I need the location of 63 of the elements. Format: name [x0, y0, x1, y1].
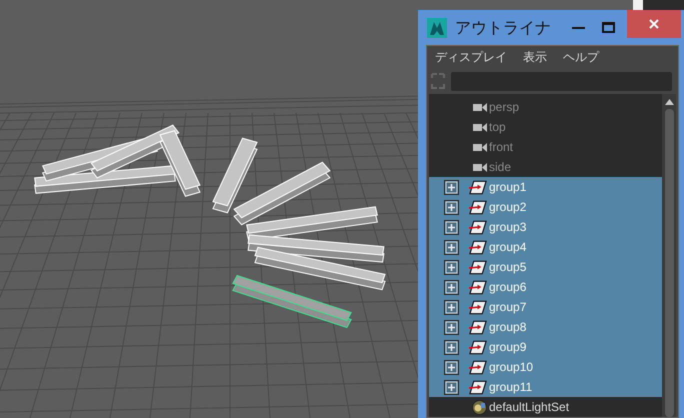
camera-icon [473, 102, 487, 112]
outliner-item[interactable]: group3 [429, 217, 662, 237]
transform-node-icon [469, 260, 487, 274]
transform-node-icon [469, 340, 487, 354]
camera-icon [473, 162, 487, 172]
expand-icon[interactable] [444, 340, 459, 354]
outliner-item[interactable]: group7 [429, 297, 662, 317]
expand-icon[interactable] [444, 320, 459, 334]
transform-node-icon [469, 300, 487, 314]
expand-icon[interactable] [444, 260, 459, 274]
outliner-item[interactable]: group5 [429, 257, 662, 277]
expand-icon[interactable] [444, 380, 459, 394]
transform-node-icon [469, 200, 487, 214]
outliner-item[interactable]: group9 [429, 337, 662, 357]
outliner-item[interactable]: group11 [429, 377, 662, 397]
app-logo-icon [427, 18, 447, 38]
outliner-item[interactable]: group2 [429, 197, 662, 217]
menu-item[interactable]: ヘルプ [563, 51, 599, 63]
item-label: group11 [489, 381, 532, 393]
transform-node-icon [469, 280, 487, 294]
expand-icon[interactable] [444, 360, 459, 374]
item-label: group4 [489, 241, 526, 253]
item-label: top [489, 121, 506, 133]
camera-icon [473, 122, 487, 132]
outliner-item[interactable]: group8 [429, 317, 662, 337]
transform-node-icon [469, 240, 487, 254]
expand-icon[interactable] [444, 280, 459, 294]
menu-item[interactable]: ディスプレイ [435, 51, 507, 63]
camera-icon [473, 142, 487, 152]
outliner-item[interactable]: group1 [429, 177, 662, 197]
item-label: group10 [489, 361, 534, 373]
outliner-item[interactable]: group10 [429, 357, 662, 377]
item-label: group9 [489, 341, 526, 353]
menu-item[interactable]: 表示 [523, 51, 547, 63]
transform-node-icon [469, 180, 487, 194]
item-label: defaultLightSet [489, 401, 570, 413]
item-label: group6 [489, 281, 526, 293]
item-label: group5 [489, 261, 526, 273]
expand-icon[interactable] [444, 200, 459, 214]
expand-icon[interactable] [444, 240, 459, 254]
item-label: side [489, 161, 512, 173]
sphere-icon [472, 400, 487, 414]
filter-toggle-icon [431, 73, 445, 89]
transform-node-icon [469, 380, 487, 394]
transform-node-icon [469, 220, 487, 234]
close-button[interactable] [627, 10, 681, 38]
item-label: group3 [489, 221, 526, 233]
item-label: group7 [489, 301, 526, 313]
window-title: アウトライナ [455, 20, 551, 36]
expand-icon[interactable] [444, 180, 459, 194]
item-label: front [489, 141, 514, 153]
item-label: persp [489, 101, 520, 113]
item-label: group8 [489, 321, 526, 333]
transform-node-icon [469, 360, 487, 374]
close-icon [649, 19, 659, 29]
item-label: group2 [489, 201, 526, 213]
outliner-item[interactable]: group4 [429, 237, 662, 257]
transform-node-icon [469, 320, 487, 334]
expand-icon[interactable] [444, 220, 459, 234]
scroll-up-icon[interactable] [664, 99, 674, 105]
item-label: group1 [489, 181, 526, 193]
expand-icon[interactable] [444, 300, 459, 314]
outliner-item[interactable]: group6 [429, 277, 662, 297]
